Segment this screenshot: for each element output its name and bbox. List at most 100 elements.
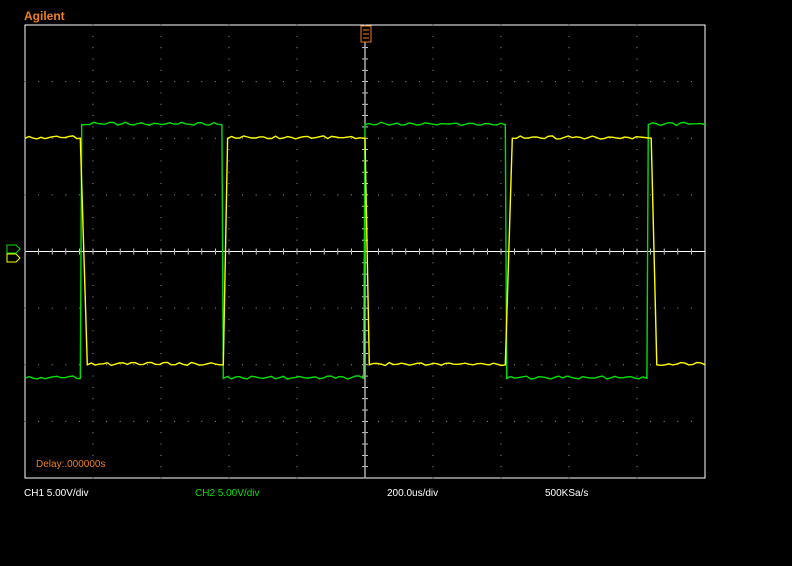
grid-dot: [432, 341, 434, 343]
grid-dot: [364, 47, 366, 49]
grid-dot: [500, 352, 502, 354]
grid-dot: [568, 307, 570, 309]
grid-dot: [92, 262, 94, 264]
grid-dot: [677, 137, 679, 139]
grid-dot: [636, 307, 638, 309]
grid-dot: [228, 364, 230, 366]
grid-dot: [500, 409, 502, 411]
grid-dot: [350, 420, 352, 422]
grid-dot: [160, 420, 162, 422]
grid-dot: [228, 160, 230, 162]
grid-dot: [228, 432, 230, 434]
grid-dot: [51, 194, 53, 196]
grid-dot: [636, 420, 638, 422]
grid-dot: [391, 251, 393, 252]
grid-dot: [636, 386, 638, 388]
grid-dot: [432, 318, 434, 320]
grid-dot: [296, 262, 298, 264]
grid-dot: [636, 273, 638, 275]
grid-dot: [160, 454, 162, 456]
grid-dot: [323, 307, 325, 309]
grid-dot: [92, 443, 94, 445]
grid-dot: [242, 137, 244, 139]
ch2-scale-readout: CH2 5.00V/div: [195, 488, 260, 499]
grid-dot: [228, 398, 230, 400]
grid-dot: [418, 81, 420, 83]
grid-dot: [636, 409, 638, 411]
trigger-position-icon: [360, 25, 372, 43]
grid-dot: [378, 420, 380, 422]
grid-dot: [296, 454, 298, 456]
sample-rate-readout: 500KSa/s: [545, 488, 589, 499]
grid-dot: [554, 194, 556, 196]
grid-dot: [38, 81, 40, 83]
grid-dot: [636, 228, 638, 230]
grid-dot: [92, 477, 94, 479]
grid-dot: [350, 194, 352, 196]
grid-dot: [500, 443, 502, 445]
grid-dot: [486, 81, 488, 83]
grid-dot: [364, 103, 366, 105]
grid-dot: [174, 137, 176, 139]
grid-dot: [160, 69, 162, 71]
grid-dot: [92, 149, 94, 151]
grid-dot: [350, 81, 352, 83]
grid-dot: [92, 69, 94, 71]
grid-dot: [636, 318, 638, 320]
grid-dot: [568, 409, 570, 411]
grid-dot: [663, 307, 665, 309]
grid-dot: [282, 307, 284, 309]
grid-dot: [228, 341, 230, 343]
grid-dot: [432, 375, 434, 377]
grid-dot: [92, 194, 94, 196]
grid-dot: [38, 364, 40, 366]
grid-dot: [364, 454, 366, 456]
grid-dot: [500, 126, 502, 128]
grid-dot: [432, 466, 434, 468]
grid-dot: [228, 126, 230, 128]
grid-dot: [92, 47, 94, 49]
grid-dot: [500, 137, 502, 139]
grid-dot: [296, 251, 298, 252]
grid-dot: [187, 307, 189, 309]
grid-dot: [568, 466, 570, 468]
grid-dot: [51, 81, 53, 83]
grid-dot: [636, 24, 638, 26]
grid-dot: [201, 194, 203, 196]
grid-dot: [405, 81, 407, 83]
grid-dot: [568, 454, 570, 456]
grid-dot: [391, 81, 393, 83]
grid-dot: [38, 251, 40, 252]
grid-dot: [78, 307, 80, 309]
grid-dot: [378, 81, 380, 83]
grid-dot: [133, 307, 135, 309]
grid-dot: [541, 81, 543, 83]
grid-dot: [310, 307, 312, 309]
grid-dot: [133, 420, 135, 422]
grid-dot: [364, 81, 366, 83]
grid-dot: [500, 284, 502, 286]
grid-dot: [160, 273, 162, 275]
grid-dot: [432, 273, 434, 275]
grid-dot: [500, 466, 502, 468]
grid-dot: [160, 432, 162, 434]
grid-dot: [228, 35, 230, 37]
grid-dot: [364, 466, 366, 468]
grid-dot: [432, 477, 434, 479]
grid-dot: [174, 307, 176, 309]
grid-dot: [228, 454, 230, 456]
grid-dot: [92, 375, 94, 377]
grid-dot: [650, 307, 652, 309]
grid-dot: [296, 341, 298, 343]
grid-dot: [405, 420, 407, 422]
grid-dot: [24, 420, 26, 422]
grid-dot: [636, 251, 638, 252]
grid-dot: [160, 217, 162, 219]
grid-dot: [554, 307, 556, 309]
grid-dot: [160, 149, 162, 151]
grid-dot: [473, 137, 475, 139]
grid-dot: [133, 251, 135, 252]
grid-dot: [554, 420, 556, 422]
grid-dot: [38, 307, 40, 309]
grid-dot: [160, 443, 162, 445]
